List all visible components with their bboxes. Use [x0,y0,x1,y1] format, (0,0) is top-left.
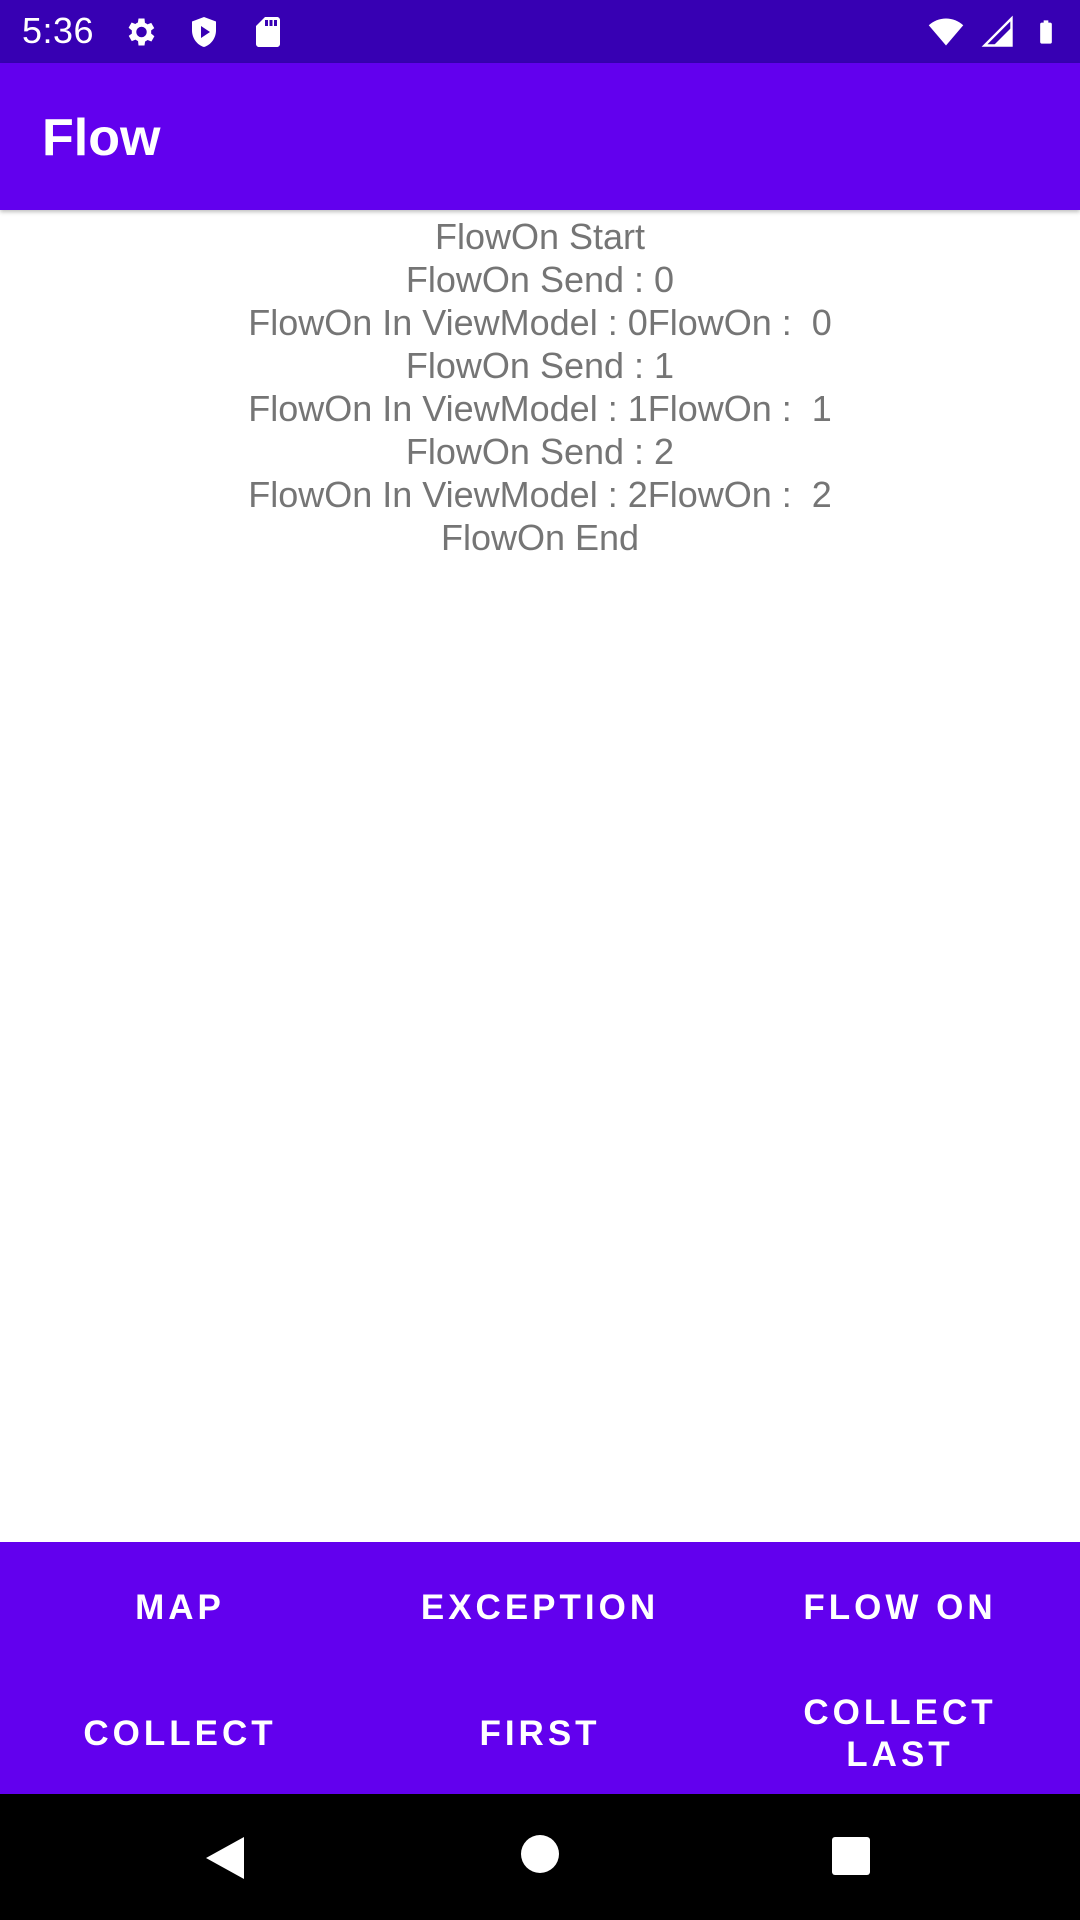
map-button[interactable]: MAP [0,1542,360,1668]
collect-last-button-label: COLLECT LAST [803,1693,997,1774]
first-button-label: FIRST [479,1714,601,1753]
button-panel: MAP EXCEPTION FLOW ON COLLECT FIRST COLL… [0,1542,1080,1794]
map-button-label: MAP [135,1588,225,1627]
app-bar: Flow [0,63,1080,210]
status-time: 5:36 [22,10,95,51]
flow-log: FlowOn Start FlowOn Send : 0 FlowOn In V… [0,215,1080,559]
navigation-bar [0,1794,1080,1920]
first-button[interactable]: FIRST [360,1668,720,1794]
exception-button[interactable]: EXCEPTION [360,1542,720,1668]
wifi-icon [928,18,964,46]
home-icon[interactable] [520,1834,560,1874]
collect-button-label: COLLECT [83,1714,277,1753]
exception-button-label: EXCEPTION [420,1588,660,1627]
log-line: FlowOn Send : 0 [405,259,675,300]
shield-icon [192,17,216,47]
settings-icon [128,18,155,46]
log-line: FlowOn In ViewModel : 2FlowOn : 2 [248,474,832,515]
collect-last-button[interactable]: COLLECT LAST [720,1668,1080,1794]
battery-icon [1040,20,1052,44]
recents-icon[interactable] [832,1837,870,1875]
log-line: FlowOn In ViewModel : 1FlowOn : 1 [248,388,832,429]
collect-button[interactable]: COLLECT [0,1668,360,1794]
sd-card-icon [256,17,280,47]
status-left-icons [122,14,286,50]
log-line: FlowOn In ViewModel : 0FlowOn : 0 [248,302,832,343]
flow-on-button-label: FLOW ON [803,1588,997,1627]
log-line: FlowOn Send : 2 [405,431,675,472]
status-right-icons [928,14,1060,50]
log-line: FlowOn Send : 1 [405,345,675,386]
log-line: FlowOn Start [434,216,646,257]
back-icon[interactable] [202,1835,248,1881]
status-bar: 5:36 [0,0,1080,63]
log-line: FlowOn End [440,517,640,558]
signal-icon [981,15,1013,47]
app-title: Flow [42,109,161,167]
flow-on-button[interactable]: FLOW ON [720,1542,1080,1668]
